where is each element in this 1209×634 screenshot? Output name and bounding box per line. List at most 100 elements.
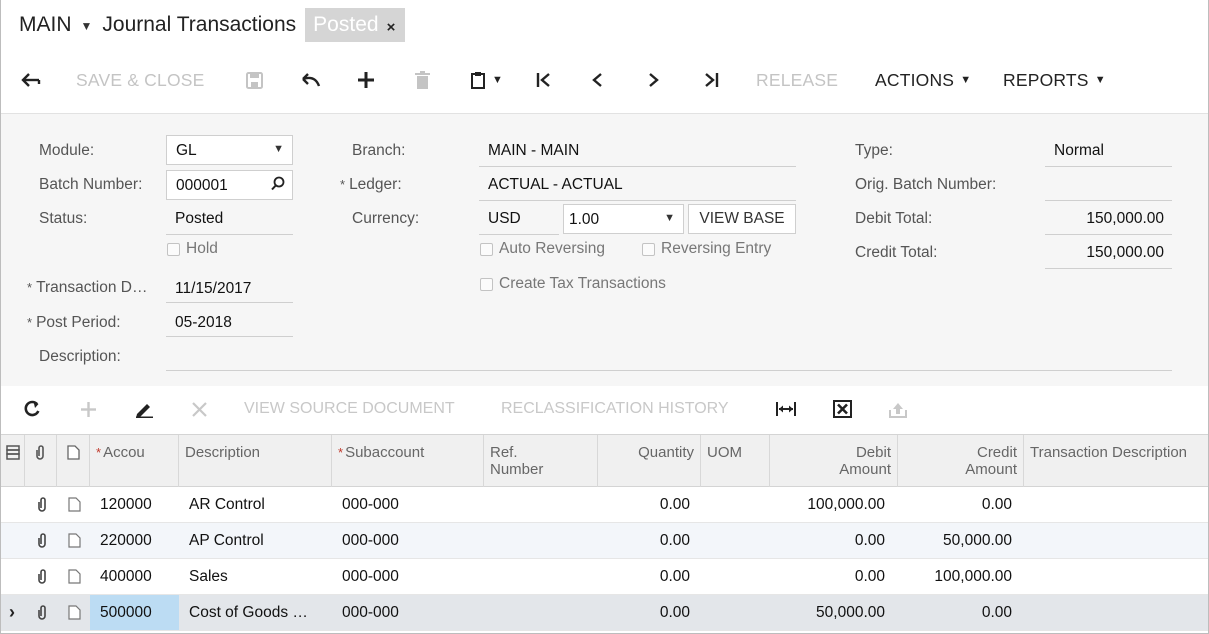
uom-cell[interactable]: [701, 559, 770, 594]
description-cell[interactable]: Sales: [179, 559, 332, 594]
subaccount-cell[interactable]: 000-000: [332, 559, 484, 594]
transaction-date-input[interactable]: 11/15/2017: [166, 271, 293, 303]
ref-number-header[interactable]: Ref. Number: [484, 435, 598, 487]
release-button[interactable]: RELEASE: [756, 60, 838, 100]
previous-icon[interactable]: [591, 60, 603, 100]
column-settings-icon[interactable]: [1, 435, 25, 487]
table-row[interactable]: › 500000 Cost of Goods … 000-000 0.00 50,000.…: [1, 595, 1208, 631]
credit-amount-cell[interactable]: 0.00: [898, 487, 1012, 522]
uom-header[interactable]: UOM: [701, 435, 770, 487]
account-cell[interactable]: 500000: [90, 595, 179, 630]
search-icon[interactable]: [271, 176, 285, 194]
ref-number-cell[interactable]: [484, 523, 598, 558]
account-cell[interactable]: 400000: [90, 559, 179, 594]
description-cell[interactable]: AR Control: [179, 487, 332, 522]
add-row-icon[interactable]: [80, 390, 97, 428]
description-cell[interactable]: AP Control: [179, 523, 332, 558]
debit-amount-cell[interactable]: 0.00: [770, 559, 885, 594]
batch-number-input[interactable]: 000001: [166, 170, 293, 200]
debit-amount-cell[interactable]: 50,000.00: [770, 595, 885, 630]
credit-amount-header[interactable]: Credit Amount: [898, 435, 1024, 487]
auto-reversing-checkbox[interactable]: Auto Reversing: [480, 240, 605, 258]
row-selector-icon[interactable]: [1, 487, 23, 522]
delete-row-icon[interactable]: [191, 390, 208, 428]
view-base-button[interactable]: VIEW BASE: [688, 204, 796, 234]
row-selector-icon[interactable]: [1, 559, 23, 594]
ref-number-cell[interactable]: [484, 559, 598, 594]
subaccount-cell[interactable]: 000-000: [332, 595, 484, 630]
attachment-icon[interactable]: [27, 595, 57, 630]
view-source-document-button[interactable]: VIEW SOURCE DOCUMENT: [244, 390, 455, 428]
transaction-description-cell[interactable]: [1024, 523, 1208, 558]
table-row[interactable]: 220000 AP Control 000-000 0.00 0.00 50,000.00: [1, 523, 1208, 559]
ref-number-cell[interactable]: [484, 487, 598, 522]
reports-menu[interactable]: REPORTS ▼: [1003, 60, 1106, 100]
save-close-button[interactable]: SAVE & CLOSE: [76, 60, 205, 100]
create-tax-checkbox[interactable]: Create Tax Transactions: [480, 275, 666, 293]
module-select[interactable]: GL ▼: [166, 135, 293, 165]
next-icon[interactable]: [648, 60, 660, 100]
upload-icon[interactable]: [888, 390, 908, 428]
quantity-cell[interactable]: 0.00: [598, 487, 690, 522]
description-header[interactable]: Description: [179, 435, 332, 487]
note-icon[interactable]: [59, 559, 89, 594]
transaction-description-cell[interactable]: [1024, 595, 1208, 630]
debit-amount-cell[interactable]: 0.00: [770, 523, 885, 558]
transaction-description-cell[interactable]: [1024, 487, 1208, 522]
reversing-entry-checkbox[interactable]: Reversing Entry: [642, 240, 771, 258]
uom-cell[interactable]: [701, 523, 770, 558]
table-row[interactable]: 400000 Sales 000-000 0.00 0.00 100,000.00: [1, 559, 1208, 595]
transaction-description-header[interactable]: Transaction Description: [1024, 435, 1208, 487]
uom-cell[interactable]: [701, 595, 770, 630]
currency-rate-select[interactable]: 1.00 ▼: [563, 204, 684, 234]
debit-amount-header[interactable]: Debit Amount: [770, 435, 898, 487]
note-icon[interactable]: [59, 595, 89, 630]
quantity-cell[interactable]: 0.00: [598, 523, 690, 558]
subaccount-cell[interactable]: 000-000: [332, 523, 484, 558]
row-selector-icon[interactable]: [1, 523, 23, 558]
credit-amount-cell[interactable]: 100,000.00: [898, 559, 1012, 594]
post-period-input[interactable]: 05-2018: [166, 305, 293, 337]
quantity-cell[interactable]: 0.00: [598, 559, 690, 594]
attachment-icon[interactable]: [27, 559, 57, 594]
reclassification-history-button[interactable]: RECLASSIFICATION HISTORY: [501, 390, 729, 428]
trash-icon[interactable]: [415, 60, 430, 100]
attachment-icon[interactable]: [27, 487, 57, 522]
close-icon[interactable]: ×: [387, 19, 396, 36]
note-icon[interactable]: [59, 523, 89, 558]
fit-columns-icon[interactable]: [776, 390, 796, 428]
note-icon[interactable]: [59, 487, 89, 522]
uom-cell[interactable]: [701, 487, 770, 522]
company-caret-icon[interactable]: ▼: [81, 19, 93, 33]
refresh-icon[interactable]: [23, 390, 41, 428]
attachment-icon[interactable]: [27, 523, 57, 558]
ref-number-cell[interactable]: [484, 595, 598, 630]
account-cell[interactable]: 120000: [90, 487, 179, 522]
company-selector[interactable]: MAIN: [19, 13, 72, 37]
edit-pencil-icon[interactable]: [135, 390, 154, 428]
save-icon[interactable]: [246, 60, 263, 100]
quantity-cell[interactable]: 0.00: [598, 595, 690, 630]
account-cell[interactable]: 220000: [90, 523, 179, 558]
plus-icon[interactable]: [357, 60, 375, 100]
transaction-description-cell[interactable]: [1024, 559, 1208, 594]
first-icon[interactable]: [536, 60, 552, 100]
export-excel-icon[interactable]: [833, 390, 852, 428]
hold-checkbox[interactable]: Hold: [167, 240, 218, 258]
subaccount-header[interactable]: * Subaccount: [332, 435, 484, 487]
table-row[interactable]: 120000 AR Control 000-000 0.00 100,000.00 0.0…: [1, 487, 1208, 523]
debit-amount-cell[interactable]: 100,000.00: [770, 487, 885, 522]
credit-amount-cell[interactable]: 0.00: [898, 595, 1012, 630]
undo-icon[interactable]: [301, 60, 321, 100]
description-input[interactable]: [166, 339, 1172, 371]
clipboard-icon[interactable]: ▼: [470, 60, 503, 100]
description-cell[interactable]: Cost of Goods …: [179, 595, 332, 630]
subaccount-cell[interactable]: 000-000: [332, 487, 484, 522]
credit-amount-cell[interactable]: 50,000.00: [898, 523, 1012, 558]
quantity-header[interactable]: Quantity: [598, 435, 701, 487]
row-selector-icon[interactable]: ›: [1, 595, 23, 630]
back-arrow-icon[interactable]: [21, 60, 41, 100]
actions-menu[interactable]: ACTIONS ▼: [875, 60, 971, 100]
last-icon[interactable]: [703, 60, 719, 100]
account-header[interactable]: * Accou: [90, 435, 179, 487]
